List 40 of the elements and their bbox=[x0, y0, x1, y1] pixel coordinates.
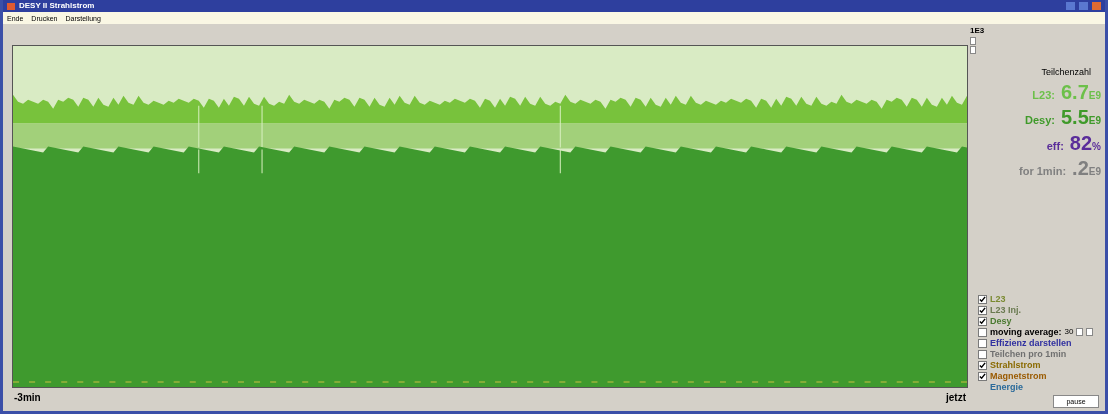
reading-unit: % bbox=[1092, 140, 1101, 154]
reading-label: eff: bbox=[1046, 138, 1064, 154]
reading-unit: E9 bbox=[1088, 89, 1101, 103]
checkbox[interactable] bbox=[978, 327, 987, 337]
app-icon bbox=[7, 2, 15, 10]
reading-label: L23: bbox=[1032, 87, 1055, 103]
reading-label: Desy: bbox=[1025, 113, 1055, 128]
option-label: moving average: bbox=[990, 327, 1062, 337]
decrease-button[interactable] bbox=[1076, 328, 1084, 336]
window-title: DESY II Strahlstrom bbox=[19, 2, 95, 10]
average-value: 30 bbox=[1064, 328, 1074, 336]
option-label: Effizienz darstellen bbox=[990, 338, 1072, 348]
reading-value: 82 bbox=[1069, 132, 1093, 153]
time-start-label: -3min bbox=[14, 390, 41, 405]
increase-button[interactable] bbox=[1086, 328, 1094, 336]
reading-unit: E9 bbox=[1088, 115, 1101, 128]
checkbox[interactable] bbox=[978, 316, 987, 326]
option-label: Teilchen pro 1min bbox=[990, 349, 1067, 359]
checkbox[interactable] bbox=[978, 305, 987, 315]
time-end-label: jetzt bbox=[946, 390, 966, 405]
checkbox[interactable] bbox=[978, 360, 987, 370]
reading-value: 5.5 bbox=[1060, 107, 1089, 127]
scroll-up-button[interactable] bbox=[970, 37, 976, 45]
scale-label: 1E3 bbox=[970, 27, 986, 35]
option-label: Desy bbox=[990, 316, 1012, 326]
checkbox[interactable] bbox=[978, 349, 987, 359]
option-label: Energie bbox=[990, 382, 1023, 392]
option-label: L23 bbox=[990, 294, 1006, 304]
option-label: Strahlstrom bbox=[990, 360, 1041, 370]
option-label: Magnetstrom bbox=[990, 371, 1047, 381]
checkbox[interactable] bbox=[978, 294, 987, 304]
reading-value: .2 bbox=[1072, 158, 1089, 178]
checkbox[interactable] bbox=[978, 371, 987, 381]
checkbox[interactable] bbox=[978, 338, 987, 348]
reading-label: for 1min: bbox=[1019, 164, 1067, 179]
scroll-down-button[interactable] bbox=[970, 46, 976, 54]
reading-value: 6.7 bbox=[1060, 81, 1089, 102]
panel-heading: Teilchenzahl bbox=[1041, 66, 1091, 79]
reading-unit: E9 bbox=[1088, 166, 1101, 179]
option-label: L23 Inj. bbox=[990, 305, 1021, 315]
